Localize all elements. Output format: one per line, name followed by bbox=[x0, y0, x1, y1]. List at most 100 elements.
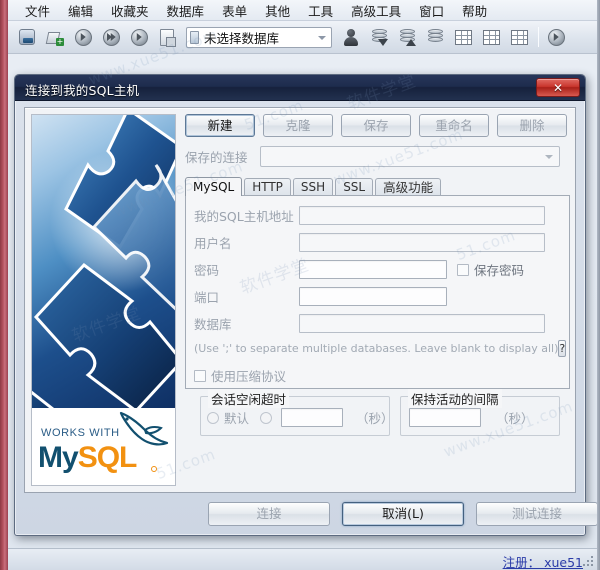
tab-advanced[interactable]: 高级功能 bbox=[375, 178, 442, 196]
puzzle-pieces-icon bbox=[32, 115, 175, 410]
saved-connections-select[interactable] bbox=[260, 146, 560, 167]
puzzle-image bbox=[32, 115, 175, 410]
database-hint-row: (Use ';' to separate multiple databases.… bbox=[194, 340, 567, 357]
database-hint-text: (Use ';' to separate multiple databases.… bbox=[194, 342, 559, 355]
copy-table-icon[interactable] bbox=[506, 24, 532, 50]
menu-other[interactable]: 其他 bbox=[256, 0, 299, 22]
chevron-down-icon bbox=[318, 35, 326, 40]
password-label: 密码 bbox=[194, 263, 220, 278]
database-row: 数据库 bbox=[194, 314, 564, 333]
dialog-body: WORKS WITH MySQL 新建 克隆 保存 重命名 删除 保存的连接 M… bbox=[15, 101, 598, 536]
connection-dialog: 连接到我的SQL主机 ✕ WORKS WITH MySQL 新建 克隆 保存 重… bbox=[14, 74, 598, 536]
menu-tools[interactable]: 工具 bbox=[299, 0, 342, 22]
host-label: 我的SQL主机地址 bbox=[194, 209, 294, 224]
help-button[interactable]: ? bbox=[558, 340, 567, 357]
keep-alive-legend: 保持活动的间隔 bbox=[408, 389, 502, 408]
menu-file[interactable]: 文件 bbox=[16, 0, 59, 22]
database-selector[interactable]: 未选择数据库 bbox=[186, 26, 332, 48]
user-manager-icon[interactable] bbox=[338, 24, 364, 50]
username-row: 用户名 bbox=[194, 233, 564, 252]
menu-bar: 文件 编辑 收藏夹 数据库 表单 其他 工具 高级工具 窗口 帮助 bbox=[8, 0, 597, 21]
connect-button[interactable]: 连接 bbox=[208, 502, 330, 526]
tab-ssl[interactable]: SSL bbox=[335, 178, 374, 196]
idle-timeout-input[interactable] bbox=[281, 408, 344, 427]
import-database-icon[interactable] bbox=[366, 24, 392, 50]
export-database-icon[interactable] bbox=[394, 24, 420, 50]
database-icon bbox=[190, 30, 199, 44]
rename-connection-button[interactable]: 重命名 bbox=[419, 114, 489, 137]
menu-window[interactable]: 窗口 bbox=[410, 0, 453, 22]
port-input[interactable] bbox=[299, 287, 447, 306]
save-connection-button[interactable]: 保存 bbox=[341, 114, 411, 137]
tab-http[interactable]: HTTP bbox=[244, 178, 291, 196]
menu-table[interactable]: 表单 bbox=[213, 0, 256, 22]
keep-alive-unit: （秒） bbox=[496, 411, 534, 426]
mysql-wordmark-sql: SQL bbox=[77, 441, 138, 474]
idle-timeout-unit: （秒） bbox=[356, 411, 394, 426]
password-input[interactable] bbox=[299, 260, 447, 279]
idle-default-radio[interactable] bbox=[207, 411, 219, 424]
use-compression-checkbox[interactable] bbox=[194, 369, 206, 382]
host-row: 我的SQL主机地址 bbox=[194, 206, 564, 225]
mysql-wordmark-my: My bbox=[38, 441, 79, 474]
sidebar-artwork: WORKS WITH MySQL bbox=[31, 114, 176, 486]
use-compression-label: 使用压缩协议 bbox=[211, 369, 287, 384]
run-icon[interactable] bbox=[70, 24, 96, 50]
dialog-content: 新建 克隆 保存 重命名 删除 保存的连接 MySQL HTTP SSH SSL… bbox=[185, 114, 570, 486]
run-all-icon[interactable] bbox=[98, 24, 124, 50]
delete-connection-button[interactable]: 删除 bbox=[497, 114, 567, 137]
new-query-icon[interactable]: + bbox=[42, 24, 68, 50]
username-input[interactable] bbox=[299, 233, 545, 252]
saved-connections-row: 保存的连接 bbox=[185, 146, 570, 167]
saved-connections-label: 保存的连接 bbox=[185, 150, 248, 165]
stop-icon[interactable] bbox=[126, 24, 152, 50]
mysql-wordmark: MySQL bbox=[38, 441, 138, 475]
idle-custom-radio[interactable] bbox=[260, 411, 273, 424]
test-connection-button[interactable]: 测试连接 bbox=[476, 502, 598, 526]
username-label: 用户名 bbox=[194, 236, 232, 251]
save-password-checkbox[interactable] bbox=[457, 263, 469, 276]
tab-mysql[interactable]: MySQL bbox=[185, 177, 243, 196]
menu-database[interactable]: 数据库 bbox=[158, 0, 214, 22]
connection-manager-icon[interactable] bbox=[14, 24, 40, 50]
menu-favorites[interactable]: 收藏夹 bbox=[102, 0, 158, 22]
tab-ssh[interactable]: SSH bbox=[292, 178, 334, 196]
dialog-titlebar: 连接到我的SQL主机 ✕ bbox=[15, 75, 585, 101]
database-input[interactable] bbox=[299, 314, 545, 333]
mysql-logo: WORKS WITH MySQL bbox=[32, 408, 175, 485]
resize-grip[interactable] bbox=[583, 556, 595, 568]
keep-alive-controls: （秒） bbox=[409, 408, 534, 427]
export-table-icon[interactable] bbox=[478, 24, 504, 50]
clone-connection-button[interactable]: 克隆 bbox=[263, 114, 333, 137]
keep-alive-group: 保持活动的间隔 （秒） bbox=[400, 389, 560, 436]
close-icon[interactable]: ✕ bbox=[536, 78, 580, 97]
password-row: 密码 保存密码 bbox=[194, 260, 564, 279]
registered-mark-icon bbox=[151, 466, 157, 472]
idle-timeout-group: 会话空闲超时 默认 （秒） bbox=[200, 389, 394, 436]
new-connection-button[interactable]: 新建 bbox=[185, 114, 255, 137]
idle-timeout-controls: 默认 （秒） bbox=[207, 408, 394, 427]
menu-help[interactable]: 帮助 bbox=[453, 0, 496, 22]
port-row: 端口 bbox=[194, 287, 564, 306]
port-label: 端口 bbox=[194, 290, 220, 305]
menu-edit[interactable]: 编辑 bbox=[59, 0, 102, 22]
keep-alive-input[interactable] bbox=[409, 408, 481, 427]
compression-row: 使用压缩协议 bbox=[194, 366, 286, 385]
dialog-button-bar: 连接 取消(L) 测试连接 bbox=[24, 499, 598, 529]
connection-actions-toolbar: 新建 克隆 保存 重命名 删除 bbox=[185, 114, 570, 137]
window-left-edge bbox=[0, 0, 8, 570]
database-label: 数据库 bbox=[194, 317, 232, 332]
register-link[interactable]: 注册： xue51 bbox=[503, 552, 583, 570]
mysql-tab-panel: 我的SQL主机地址 用户名 密码 保存密码 端口 数据库 (Use ';' to… bbox=[185, 195, 570, 436]
cancel-button[interactable]: 取消(L) bbox=[342, 502, 464, 526]
dialog-title: 连接到我的SQL主机 bbox=[25, 83, 140, 98]
import-table-icon[interactable] bbox=[450, 24, 476, 50]
menu-advanced-tools[interactable]: 高级工具 bbox=[342, 0, 410, 22]
database-selector-value: 未选择数据库 bbox=[204, 30, 280, 46]
works-with-label: WORKS WITH bbox=[41, 427, 120, 439]
refresh-icon[interactable] bbox=[154, 24, 180, 50]
more-tools-icon[interactable] bbox=[543, 24, 569, 50]
backup-database-icon[interactable] bbox=[422, 24, 448, 50]
save-password-label: 保存密码 bbox=[474, 263, 525, 278]
host-input[interactable] bbox=[299, 206, 545, 225]
